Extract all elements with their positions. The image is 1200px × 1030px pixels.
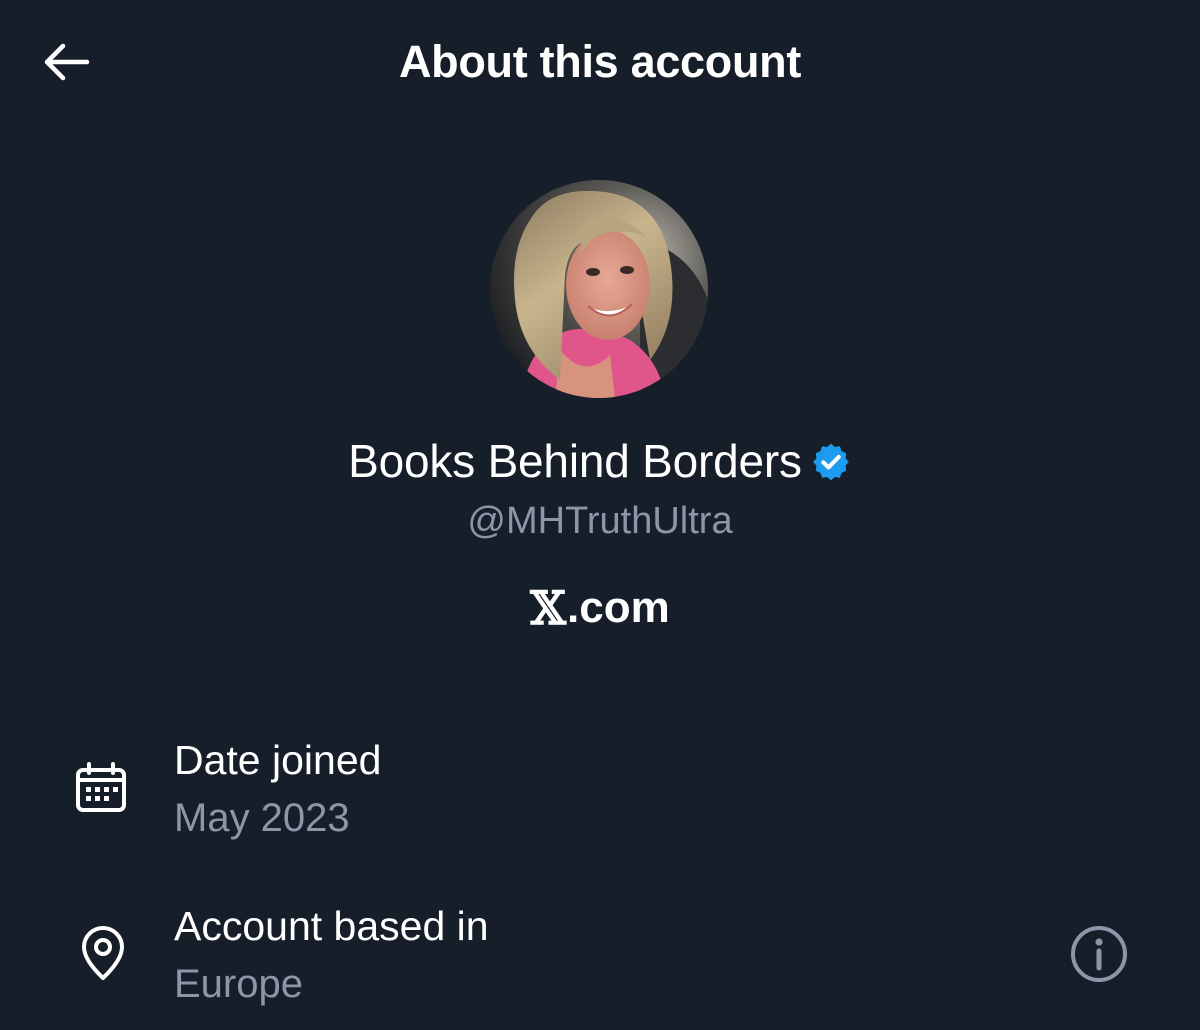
date-joined-row: Date joined May 2023 bbox=[0, 730, 1200, 850]
username-handle: @MHTruthUltra bbox=[467, 500, 733, 542]
x-logo-icon: 𝕏 bbox=[530, 581, 566, 635]
date-joined-value: May 2023 bbox=[174, 796, 350, 840]
about-account-screen: About this account Books Behind Borders … bbox=[0, 0, 1200, 1030]
account-based-in-label: Account based in bbox=[174, 903, 489, 949]
platform-suffix: .com bbox=[567, 583, 670, 632]
display-name-row: Books Behind Borders bbox=[0, 432, 1200, 490]
date-joined-label: Date joined bbox=[174, 737, 382, 783]
location-pin-icon bbox=[82, 926, 124, 980]
page-title: About this account bbox=[398, 36, 802, 87]
verified-badge-icon bbox=[813, 443, 849, 481]
account-based-in-row: Account based in Europe bbox=[0, 896, 1200, 1016]
calendar-icon bbox=[76, 762, 126, 812]
account-based-in-value: Europe bbox=[174, 962, 303, 1006]
platform-label: 𝕏 .com bbox=[0, 580, 1200, 636]
avatar[interactable] bbox=[490, 180, 708, 398]
info-icon[interactable] bbox=[1068, 923, 1130, 985]
display-name: Books Behind Borders bbox=[348, 435, 802, 487]
profile-photo bbox=[490, 180, 708, 398]
